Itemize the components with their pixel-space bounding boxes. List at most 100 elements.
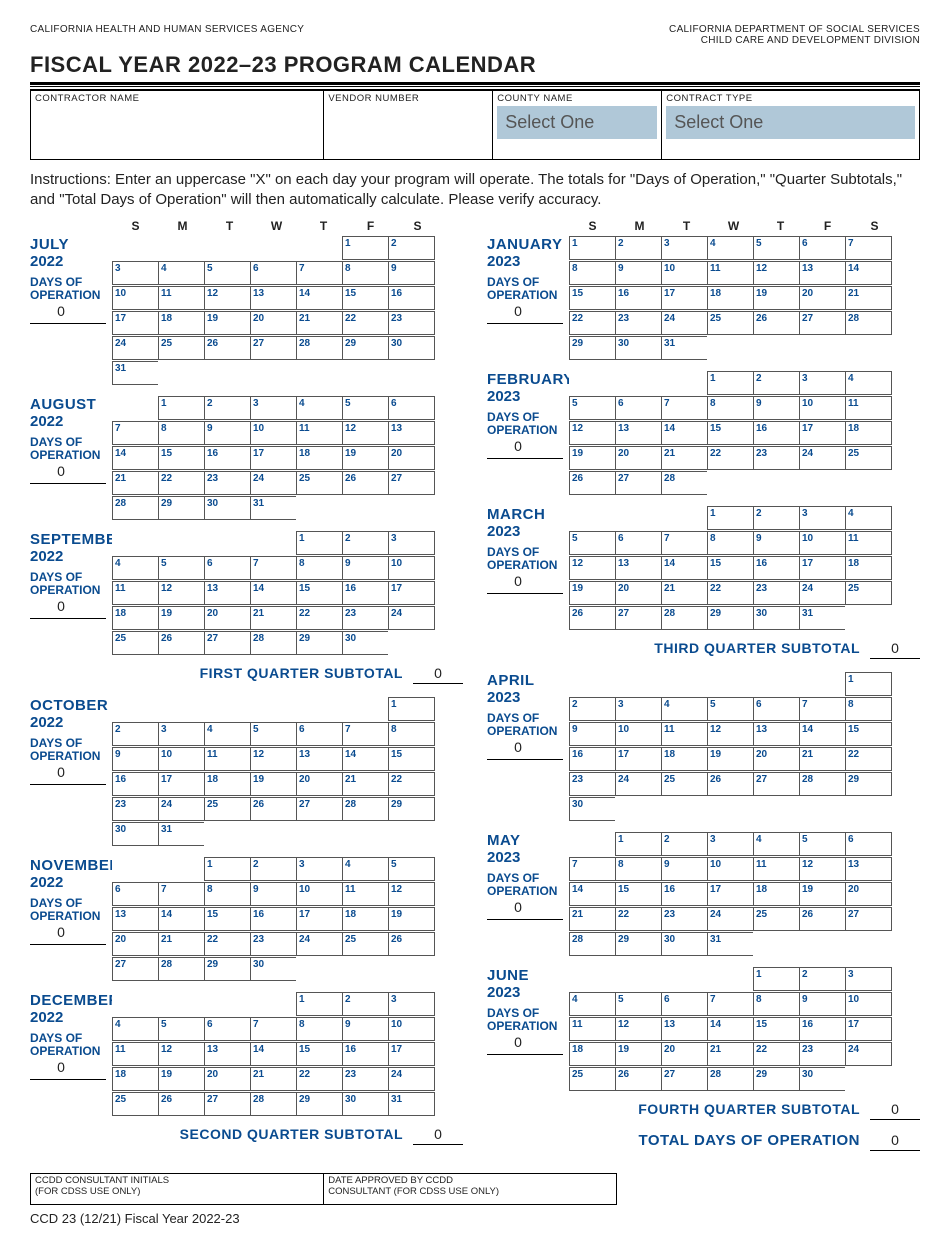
day-cell[interactable]: 18 <box>112 606 159 630</box>
day-cell[interactable]: 30 <box>342 1092 389 1116</box>
day-cell[interactable]: 11 <box>158 286 205 310</box>
day-cell[interactable]: 17 <box>661 286 708 310</box>
day-cell[interactable]: 23 <box>204 471 251 495</box>
day-cell[interactable]: 23 <box>342 1067 389 1091</box>
day-cell[interactable]: 15 <box>158 446 205 470</box>
day-cell[interactable]: 12 <box>799 857 846 881</box>
day-cell[interactable]: 26 <box>204 336 251 360</box>
day-cell[interactable]: 4 <box>661 697 708 721</box>
day-cell[interactable]: 25 <box>707 311 754 335</box>
day-cell[interactable]: 19 <box>569 446 616 470</box>
day-cell[interactable]: 13 <box>799 261 846 285</box>
day-cell[interactable]: 22 <box>296 1067 343 1091</box>
day-cell[interactable]: 13 <box>845 857 892 881</box>
day-cell[interactable]: 11 <box>707 261 754 285</box>
county-select[interactable]: Select One <box>497 106 657 139</box>
day-cell[interactable]: 6 <box>388 396 435 420</box>
day-cell[interactable]: 17 <box>296 907 343 931</box>
day-cell[interactable]: 9 <box>250 882 297 906</box>
ccdd-initials-field[interactable]: CCDD CONSULTANT INITIALS(FOR CDSS USE ON… <box>31 1174 324 1204</box>
day-cell[interactable]: 27 <box>615 471 662 495</box>
day-cell[interactable]: 9 <box>342 556 389 580</box>
day-cell[interactable]: 3 <box>250 396 297 420</box>
day-cell[interactable]: 17 <box>707 882 754 906</box>
day-cell[interactable]: 5 <box>204 261 251 285</box>
day-cell[interactable]: 19 <box>158 606 205 630</box>
day-cell[interactable]: 18 <box>753 882 800 906</box>
day-cell[interactable]: 11 <box>845 531 892 555</box>
day-cell[interactable]: 4 <box>342 857 389 881</box>
day-cell[interactable]: 22 <box>615 907 662 931</box>
day-cell[interactable]: 13 <box>296 747 343 771</box>
day-cell[interactable]: 24 <box>112 336 159 360</box>
day-cell[interactable]: 14 <box>661 556 708 580</box>
day-cell[interactable]: 5 <box>342 396 389 420</box>
day-cell[interactable]: 23 <box>753 581 800 605</box>
day-cell[interactable]: 4 <box>845 371 892 395</box>
day-cell[interactable]: 14 <box>845 261 892 285</box>
day-cell[interactable]: 28 <box>707 1067 754 1091</box>
day-cell[interactable]: 3 <box>158 722 205 746</box>
day-cell[interactable]: 19 <box>342 446 389 470</box>
day-cell[interactable]: 16 <box>342 581 389 605</box>
day-cell[interactable]: 1 <box>707 506 754 530</box>
day-cell[interactable]: 20 <box>615 581 662 605</box>
day-cell[interactable]: 17 <box>845 1017 892 1041</box>
day-cell[interactable]: 23 <box>112 797 159 821</box>
day-cell[interactable]: 7 <box>250 556 297 580</box>
day-cell[interactable]: 20 <box>388 446 435 470</box>
day-cell[interactable]: 17 <box>388 581 435 605</box>
day-cell[interactable]: 5 <box>250 722 297 746</box>
day-cell[interactable]: 30 <box>753 606 800 630</box>
day-cell[interactable]: 2 <box>615 236 662 260</box>
day-cell[interactable]: 24 <box>388 606 435 630</box>
day-cell[interactable]: 1 <box>753 967 800 991</box>
day-cell[interactable]: 30 <box>388 336 435 360</box>
day-cell[interactable]: 1 <box>845 672 892 696</box>
day-cell[interactable]: 16 <box>753 556 800 580</box>
day-cell[interactable]: 31 <box>707 932 754 956</box>
day-cell[interactable]: 5 <box>615 992 662 1016</box>
day-cell[interactable]: 20 <box>204 606 251 630</box>
day-cell[interactable]: 9 <box>753 396 800 420</box>
day-cell[interactable]: 7 <box>296 261 343 285</box>
day-cell[interactable]: 19 <box>569 581 616 605</box>
day-cell[interactable]: 27 <box>112 957 159 981</box>
day-cell[interactable]: 30 <box>661 932 708 956</box>
day-cell[interactable]: 27 <box>388 471 435 495</box>
day-cell[interactable]: 23 <box>388 311 435 335</box>
day-cell[interactable]: 17 <box>799 421 846 445</box>
day-cell[interactable]: 14 <box>250 581 297 605</box>
day-cell[interactable]: 24 <box>388 1067 435 1091</box>
day-cell[interactable]: 5 <box>158 1017 205 1041</box>
day-cell[interactable]: 7 <box>845 236 892 260</box>
day-cell[interactable]: 6 <box>112 882 159 906</box>
day-cell[interactable]: 10 <box>615 722 662 746</box>
day-cell[interactable]: 31 <box>661 336 708 360</box>
day-cell[interactable]: 29 <box>569 336 616 360</box>
day-cell[interactable]: 3 <box>296 857 343 881</box>
day-cell[interactable]: 31 <box>250 496 297 520</box>
day-cell[interactable]: 7 <box>569 857 616 881</box>
day-cell[interactable]: 4 <box>753 832 800 856</box>
day-cell[interactable]: 5 <box>569 531 616 555</box>
day-cell[interactable]: 16 <box>799 1017 846 1041</box>
day-cell[interactable]: 8 <box>753 992 800 1016</box>
day-cell[interactable]: 11 <box>661 722 708 746</box>
day-cell[interactable]: 8 <box>296 1017 343 1041</box>
day-cell[interactable]: 18 <box>158 311 205 335</box>
day-cell[interactable]: 30 <box>250 957 297 981</box>
day-cell[interactable]: 27 <box>250 336 297 360</box>
day-cell[interactable]: 28 <box>661 471 708 495</box>
day-cell[interactable]: 29 <box>158 496 205 520</box>
day-cell[interactable]: 9 <box>342 1017 389 1041</box>
day-cell[interactable]: 31 <box>112 361 159 385</box>
day-cell[interactable]: 26 <box>250 797 297 821</box>
day-cell[interactable]: 8 <box>569 261 616 285</box>
day-cell[interactable]: 17 <box>250 446 297 470</box>
day-cell[interactable]: 25 <box>569 1067 616 1091</box>
day-cell[interactable]: 3 <box>707 832 754 856</box>
day-cell[interactable]: 14 <box>250 1042 297 1066</box>
day-cell[interactable]: 1 <box>615 832 662 856</box>
day-cell[interactable]: 2 <box>799 967 846 991</box>
